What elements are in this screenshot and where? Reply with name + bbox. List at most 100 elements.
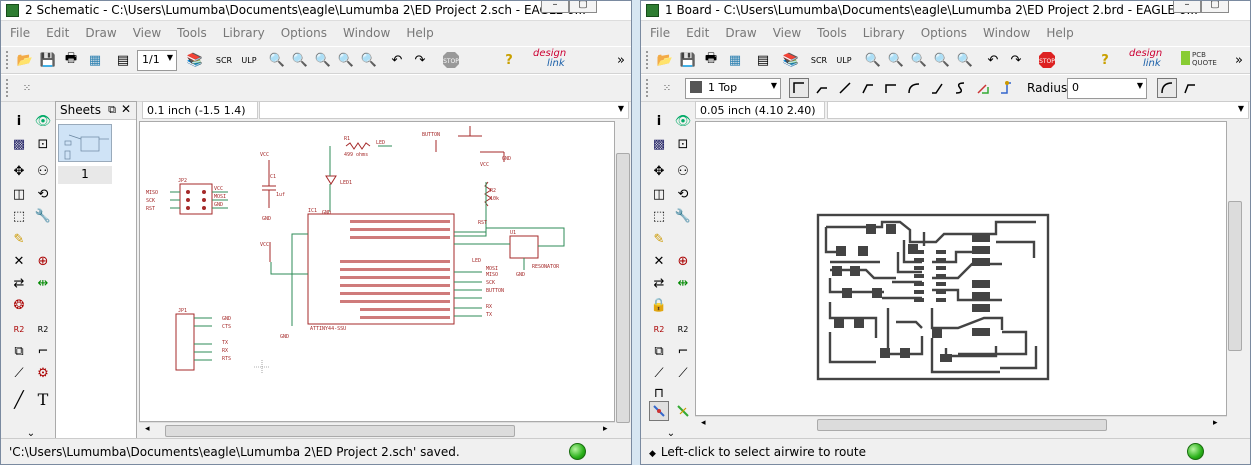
- menu-edit[interactable]: Edit: [677, 23, 716, 40]
- move-icon[interactable]: ✥: [649, 161, 669, 181]
- menu-options[interactable]: Options: [272, 23, 334, 40]
- schematic-switch-icon[interactable]: ▤: [753, 50, 773, 70]
- menu-options[interactable]: Options: [912, 23, 974, 40]
- lock-icon[interactable]: 🔒: [649, 295, 669, 315]
- close-icon[interactable]: ✕: [121, 102, 131, 116]
- open-icon[interactable]: 📂: [15, 50, 35, 70]
- smash-icon[interactable]: ⧉: [9, 341, 29, 361]
- copy-icon[interactable]: ⚇: [33, 161, 53, 181]
- delete-icon[interactable]: ✕: [9, 251, 29, 271]
- schematic-horizontal-scrollbar[interactable]: ◂ ▸: [139, 422, 615, 439]
- pinswap-icon[interactable]: ⇄: [9, 273, 29, 293]
- pinswap-icon[interactable]: ⇄: [649, 273, 669, 293]
- help-icon[interactable]: ?: [1095, 50, 1115, 70]
- stop-icon[interactable]: STOP: [441, 50, 461, 70]
- show-icon[interactable]: 👁: [33, 111, 53, 131]
- save-icon[interactable]: 💾: [678, 50, 698, 70]
- sharp-corner-icon[interactable]: [1180, 78, 1200, 98]
- menu-draw[interactable]: Draw: [76, 23, 123, 40]
- zoom-out-icon[interactable]: 🔍: [313, 50, 333, 70]
- print-icon[interactable]: 🖶: [61, 50, 81, 70]
- script-icon[interactable]: SCR: [214, 50, 234, 70]
- board-horizontal-scrollbar[interactable]: ◂ ▸: [695, 416, 1227, 433]
- design-link-logo[interactable]: design link: [1129, 49, 1162, 69]
- vertical-scroll-thumb[interactable]: [1228, 201, 1242, 351]
- meander-icon[interactable]: ⊓: [649, 383, 669, 403]
- zoom-in-icon[interactable]: 🔍: [290, 50, 310, 70]
- change-icon[interactable]: 🔧: [33, 206, 53, 226]
- zoom-out-icon[interactable]: 🔍: [909, 50, 929, 70]
- paste-icon[interactable]: ✎: [9, 229, 29, 249]
- undo-icon[interactable]: ↶: [387, 50, 407, 70]
- redraw-icon[interactable]: 🔍: [932, 50, 952, 70]
- rotate-icon[interactable]: ⟲: [673, 184, 693, 204]
- board-canvas[interactable]: [695, 121, 1227, 416]
- ulp-icon[interactable]: ULP: [239, 50, 259, 70]
- overflow-chevron-icon[interactable]: »: [611, 50, 631, 70]
- split-icon[interactable]: ⟋: [9, 363, 29, 383]
- scroll-left-icon[interactable]: ◂: [701, 418, 706, 428]
- undo-icon[interactable]: ↶: [983, 50, 1003, 70]
- menu-edit[interactable]: Edit: [37, 23, 76, 40]
- menu-window[interactable]: Window: [974, 23, 1037, 40]
- rotate-icon[interactable]: ⟲: [33, 184, 53, 204]
- minimize-button[interactable]: –: [541, 1, 569, 13]
- add-icon[interactable]: ⊕: [33, 251, 53, 271]
- menu-library[interactable]: Library: [214, 23, 272, 40]
- redo-icon[interactable]: ↷: [410, 50, 430, 70]
- mirror-icon[interactable]: ◫: [9, 184, 29, 204]
- command-line[interactable]: ▼: [827, 101, 1249, 119]
- float-icon[interactable]: ⧉: [108, 103, 116, 117]
- mark-icon[interactable]: ⊡: [673, 134, 693, 154]
- menu-view[interactable]: View: [764, 23, 808, 40]
- schematic-vertical-scrollbar[interactable]: [615, 121, 631, 423]
- menu-tools[interactable]: Tools: [808, 23, 854, 40]
- text-icon[interactable]: T: [33, 389, 53, 409]
- scroll-right-icon[interactable]: ▸: [603, 424, 608, 434]
- gateswap-icon[interactable]: ❂: [9, 295, 29, 315]
- ulp-icon[interactable]: ULP: [834, 50, 854, 70]
- design-link-logo[interactable]: design link: [533, 49, 566, 69]
- wire-icon[interactable]: ╱: [9, 389, 29, 409]
- vertical-scroll-thumb[interactable]: [616, 153, 630, 423]
- sheet-number[interactable]: 1: [58, 166, 112, 184]
- mark-icon[interactable]: ⊡: [33, 134, 53, 154]
- bend-style-1-icon[interactable]: [812, 78, 832, 98]
- replace-icon[interactable]: ⇹: [673, 273, 693, 293]
- follow-me-router-2-icon[interactable]: [996, 78, 1016, 98]
- menu-view[interactable]: View: [124, 23, 168, 40]
- menu-file[interactable]: File: [1, 23, 37, 40]
- route-icon[interactable]: [649, 401, 669, 421]
- sheet-thumbnail[interactable]: [58, 124, 112, 162]
- value-icon[interactable]: R2: [673, 319, 693, 339]
- zoom-fit-icon[interactable]: 🔍: [267, 50, 287, 70]
- script-icon[interactable]: SCR: [809, 50, 829, 70]
- menu-file[interactable]: File: [641, 23, 677, 40]
- display-icon[interactable]: ▩: [9, 134, 29, 154]
- bend-style-6-icon[interactable]: [927, 78, 947, 98]
- cam-icon[interactable]: ▦: [725, 50, 745, 70]
- info-icon[interactable]: i: [9, 111, 29, 131]
- display-icon[interactable]: ▩: [649, 134, 669, 154]
- maximize-button[interactable]: ▢: [569, 1, 597, 13]
- show-icon[interactable]: 👁: [673, 111, 693, 131]
- scroll-left-icon[interactable]: ◂: [145, 424, 150, 434]
- bend-style-2-icon[interactable]: [835, 78, 855, 98]
- help-icon[interactable]: ?: [499, 50, 519, 70]
- zoom-select-icon[interactable]: 🔍: [955, 50, 975, 70]
- split-icon[interactable]: ⟋: [649, 363, 669, 383]
- open-icon[interactable]: 📂: [655, 50, 675, 70]
- menu-draw[interactable]: Draw: [716, 23, 763, 40]
- board-switch-icon[interactable]: ▤: [113, 50, 133, 70]
- zoom-fit-icon[interactable]: 🔍: [863, 50, 883, 70]
- bend-style-4-icon[interactable]: [881, 78, 901, 98]
- menu-library[interactable]: Library: [854, 23, 912, 40]
- bend-style-3-icon[interactable]: [858, 78, 878, 98]
- group-icon[interactable]: ⬚: [9, 206, 29, 226]
- paste-icon[interactable]: ✎: [649, 229, 669, 249]
- info-icon[interactable]: i: [649, 111, 669, 131]
- zoom-in-icon[interactable]: 🔍: [886, 50, 906, 70]
- replace-icon[interactable]: ⇹: [33, 273, 53, 293]
- redraw-icon[interactable]: 🔍: [336, 50, 356, 70]
- optimize-icon[interactable]: ⟋: [673, 363, 693, 383]
